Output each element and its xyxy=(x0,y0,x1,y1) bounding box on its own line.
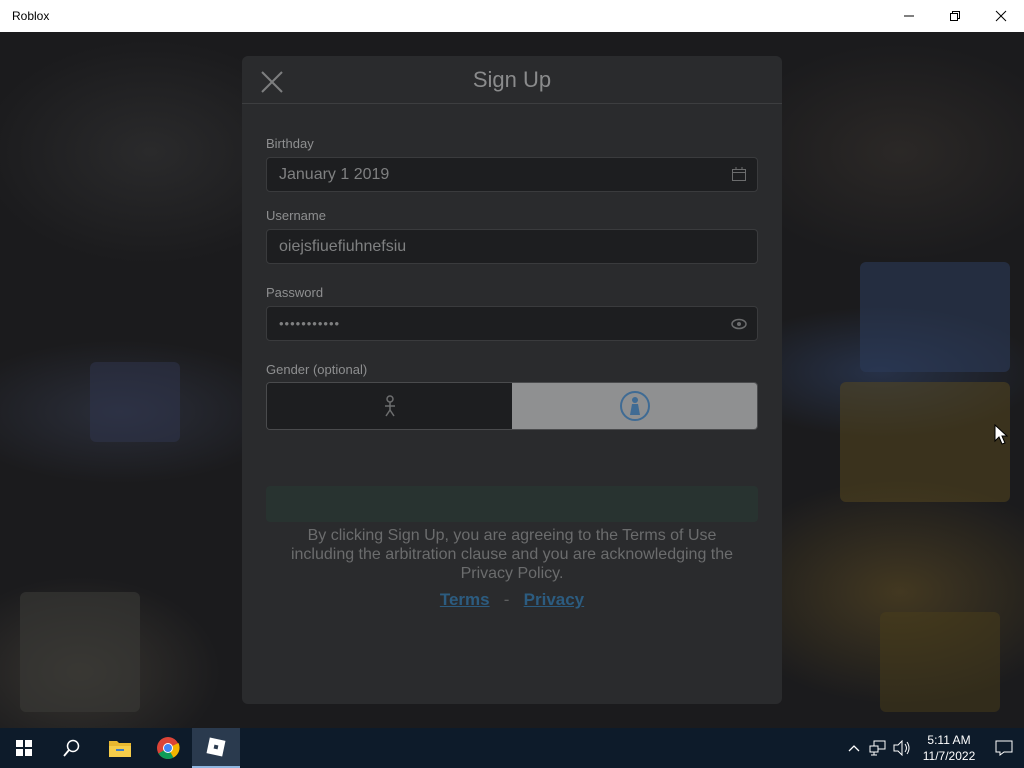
minimize-button[interactable] xyxy=(886,0,932,32)
modal-header: Sign Up xyxy=(242,56,782,104)
modal-title: Sign Up xyxy=(472,66,552,92)
birthday-label: Birthday xyxy=(266,136,314,151)
taskbar: 5:11 AM 11/7/2022 xyxy=(0,728,1024,768)
taskbar-clock[interactable]: 5:11 AM 11/7/2022 xyxy=(914,732,984,764)
background-decoration xyxy=(20,592,140,712)
search-button[interactable] xyxy=(48,728,96,768)
gender-male-option[interactable] xyxy=(267,383,512,429)
chrome-button[interactable] xyxy=(144,728,192,768)
username-value: oiejsfiuefiuhnefsiu xyxy=(279,237,407,255)
volume-button[interactable] xyxy=(890,728,914,768)
clock-time: 5:11 AM xyxy=(927,733,971,747)
gender-selector xyxy=(266,382,758,430)
window-titlebar: Roblox xyxy=(0,0,1024,32)
show-hidden-icons-button[interactable] xyxy=(842,728,866,768)
close-window-button[interactable] xyxy=(978,0,1024,32)
username-input[interactable]: oiejsfiuefiuhnefsiu xyxy=(266,229,758,264)
password-value: ••••••••••• xyxy=(279,316,341,331)
clock-date: 11/7/2022 xyxy=(922,749,976,763)
volume-icon xyxy=(893,740,910,756)
mouse-cursor-icon xyxy=(994,423,1010,451)
windows-icon xyxy=(16,740,32,756)
username-label: Username xyxy=(266,208,326,223)
app-background: Sign Up Birthday January 1 2019 Username… xyxy=(0,32,1024,728)
file-explorer-button[interactable] xyxy=(96,728,144,768)
close-icon xyxy=(261,71,283,93)
female-icon xyxy=(619,391,650,421)
background-decoration xyxy=(840,382,1010,502)
restore-icon xyxy=(950,11,960,21)
window-title: Roblox xyxy=(12,9,50,23)
folder-icon xyxy=(109,741,131,757)
start-button[interactable] xyxy=(0,728,48,768)
legal-links: Terms - Privacy xyxy=(242,590,782,610)
close-window-icon xyxy=(995,10,1007,22)
male-icon xyxy=(384,395,395,417)
show-password-icon[interactable] xyxy=(731,317,747,336)
legal-text: By clicking Sign Up, you are agreeing to… xyxy=(290,527,734,582)
privacy-link[interactable]: Privacy xyxy=(524,590,585,609)
terms-link[interactable]: Terms xyxy=(440,590,490,609)
network-icon xyxy=(869,740,886,756)
roblox-icon xyxy=(206,737,226,757)
gender-label: Gender (optional) xyxy=(266,362,368,377)
close-modal-button[interactable] xyxy=(258,68,286,96)
background-decoration xyxy=(880,612,1000,712)
background-decoration xyxy=(860,262,1010,372)
birthday-field[interactable]: January 1 2019 xyxy=(266,157,758,192)
restore-button[interactable] xyxy=(932,0,978,32)
network-button[interactable] xyxy=(866,728,890,768)
birthday-value: January 1 2019 xyxy=(279,165,390,183)
roblox-taskbar-button[interactable] xyxy=(192,728,240,768)
link-separator: - xyxy=(503,590,510,609)
password-label: Password xyxy=(266,285,324,300)
password-input[interactable]: ••••••••••• xyxy=(266,306,758,341)
minimize-icon xyxy=(904,15,914,17)
gender-female-option[interactable] xyxy=(512,383,757,429)
action-center-button[interactable] xyxy=(984,728,1024,768)
chevron-up-icon xyxy=(848,745,860,752)
notification-icon xyxy=(995,740,1013,756)
search-icon xyxy=(63,739,80,757)
signup-modal: Sign Up Birthday January 1 2019 Username… xyxy=(242,56,782,704)
chrome-icon xyxy=(157,737,180,759)
background-decoration xyxy=(90,362,180,442)
calendar-icon[interactable] xyxy=(731,166,747,187)
signup-button[interactable] xyxy=(266,486,758,522)
system-tray: 5:11 AM 11/7/2022 xyxy=(842,728,1024,768)
